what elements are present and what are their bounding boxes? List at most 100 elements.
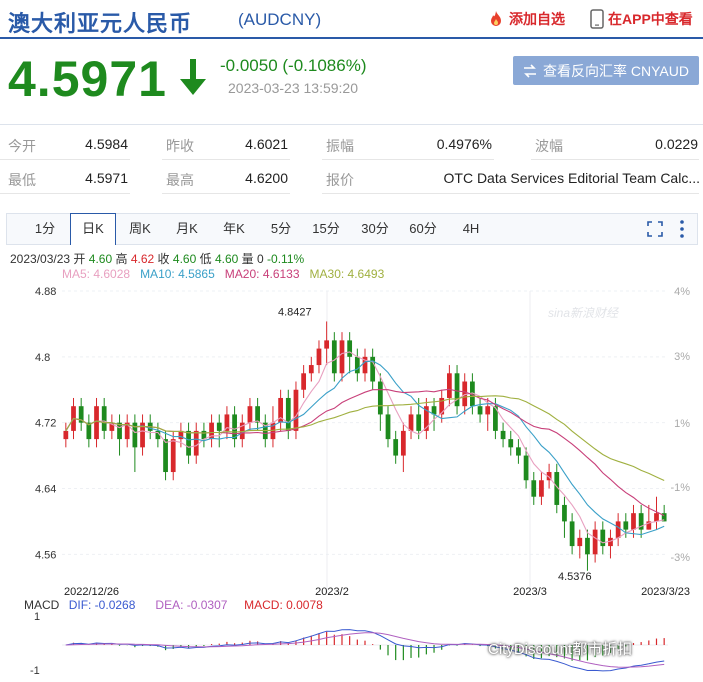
candle-body	[347, 340, 353, 357]
add-favorite-button[interactable]: 添加自选	[487, 9, 565, 29]
ma30-legend: MA30: 4.6493	[309, 267, 385, 281]
candle-body	[485, 406, 491, 415]
macd-y-tick: 1	[34, 611, 40, 623]
swap-icon	[524, 63, 537, 78]
candle-body	[523, 455, 529, 481]
candle-body	[354, 356, 360, 374]
open-label: 开	[73, 252, 86, 266]
candle-body	[377, 381, 383, 415]
candle-body	[539, 480, 544, 497]
reverse-rate-button[interactable]: 查看反向汇率 CNYAUD	[513, 56, 699, 85]
tab-yearly-k[interactable]: 年K	[214, 214, 254, 244]
view-in-app-label: 在APP中查看	[608, 11, 693, 27]
y-tick-label: 4.72	[35, 418, 56, 430]
fire-icon	[491, 11, 501, 26]
tab-15min[interactable]: 15分	[306, 214, 346, 244]
tab-weekly-k[interactable]: 周K	[120, 214, 160, 244]
stat-label-prev-close: 昨收	[166, 138, 194, 154]
candle-body	[400, 430, 406, 456]
pct-change: -0.11%	[267, 252, 305, 266]
max-price-annotation: 4.8427	[278, 306, 312, 318]
candle-body	[94, 406, 99, 440]
stat-value-quote-source: OTC Data Services Editorial Team Calc...	[443, 170, 701, 186]
y-tick-label: 4.88	[35, 286, 56, 298]
candle-body	[293, 389, 299, 431]
candle-body	[416, 414, 422, 431]
tab-30min[interactable]: 30分	[355, 214, 395, 244]
arrow-down-icon	[180, 59, 206, 95]
stat-label-high: 最高	[166, 172, 194, 188]
phone-icon	[590, 9, 604, 29]
stat-value-low: 4.5971	[85, 170, 128, 186]
stat-label-range: 波幅	[535, 138, 563, 154]
price-change: -0.0050 (-0.1086%)	[220, 56, 367, 75]
row-divider	[0, 193, 130, 194]
macd-legend: MACD DIF: -0.0268 DEA: -0.0307 MACD: 0.0…	[24, 598, 323, 612]
candle-body	[600, 529, 606, 547]
stat-label-amplitude: 振幅	[326, 138, 354, 154]
candle-body	[631, 513, 636, 530]
tab-daily-k[interactable]: 日K	[70, 213, 116, 245]
ma10-legend: MA10: 4.5865	[140, 267, 215, 281]
candle-body	[316, 348, 322, 366]
ma-legend: MA5: 4.6028 MA10: 4.5865 MA20: 4.6133 MA…	[62, 267, 384, 281]
watermark: CityDiscount都市折扣	[488, 641, 633, 658]
y-tick-label-right: -1%	[670, 482, 690, 494]
kline-chart[interactable]: 4.88 4.8 4.72 4.64 4.56 4% 3% 1% -1% -3% 4.8427 4.5…	[0, 283, 703, 682]
candle-body	[623, 521, 629, 530]
tab-4h[interactable]: 4H	[451, 214, 491, 244]
fullscreen-icon[interactable]	[647, 221, 663, 237]
candle-body	[615, 521, 621, 538]
y-tick-label-right: 4%	[674, 286, 690, 298]
stat-value-high: 4.6200	[245, 170, 288, 186]
candle-body	[508, 439, 514, 448]
macd-y-tick: -1	[30, 665, 40, 677]
candle-body	[500, 430, 506, 440]
x-tick-label: 2023/3/23	[641, 586, 690, 598]
y-tick-label-right: 3%	[674, 351, 690, 363]
candle-body	[193, 430, 199, 456]
candle-body	[285, 397, 291, 431]
tab-monthly-k[interactable]: 月K	[167, 214, 207, 244]
stat-value-amplitude: 0.4976%	[436, 136, 492, 152]
high-value: 4.62	[130, 252, 155, 266]
candle-body	[163, 439, 168, 473]
x-tick-label: 2023/2	[315, 586, 349, 598]
candle-body	[339, 340, 345, 374]
candle-body	[569, 521, 575, 547]
candle-body	[186, 430, 191, 456]
row-divider	[0, 159, 130, 160]
stat-label-quote-source: 报价	[326, 172, 354, 188]
candle-body	[216, 422, 222, 431]
page-title: 澳大利亚元人民币	[8, 11, 193, 36]
ma20-legend: MA20: 4.6133	[224, 267, 300, 281]
y-tick-label-right: -3%	[670, 552, 690, 564]
tab-1min[interactable]: 1分	[25, 214, 65, 244]
tab-60min[interactable]: 60分	[403, 214, 443, 244]
current-price: 4.5971	[8, 51, 167, 107]
stat-value-prev-close: 4.6021	[245, 136, 288, 152]
candle-body	[385, 414, 391, 440]
candle-body	[393, 439, 399, 456]
row-divider	[162, 159, 290, 160]
ohlc-info: 2023/03/23 开 4.60 高 4.62 收 4.60 低 4.60 量…	[10, 250, 304, 267]
open-value: 4.60	[88, 252, 113, 266]
ma5-legend: MA5: 4.6028	[62, 267, 131, 281]
candle-body	[255, 406, 260, 423]
row-divider	[322, 193, 699, 194]
reverse-rate-label: 查看反向汇率 CNYAUD	[543, 62, 689, 79]
macd-title: MACD	[24, 598, 60, 612]
macd-dif: DIF: -0.0268	[68, 598, 136, 612]
y-tick-label: 4.64	[35, 483, 56, 495]
low-label: 低	[199, 252, 212, 266]
candle-body	[301, 373, 307, 390]
low-value: 4.60	[214, 252, 239, 266]
sina-watermark: sina新浪财经	[548, 306, 620, 320]
tab-5min[interactable]: 5分	[261, 214, 301, 244]
ma20-line	[65, 388, 665, 517]
candle-body	[516, 447, 521, 456]
y-tick-label: 4.56	[35, 549, 56, 561]
view-in-app-button[interactable]: 在APP中查看	[590, 9, 693, 29]
more-options-icon[interactable]	[679, 219, 685, 239]
x-tick-label: 2022/12/26	[64, 586, 119, 598]
